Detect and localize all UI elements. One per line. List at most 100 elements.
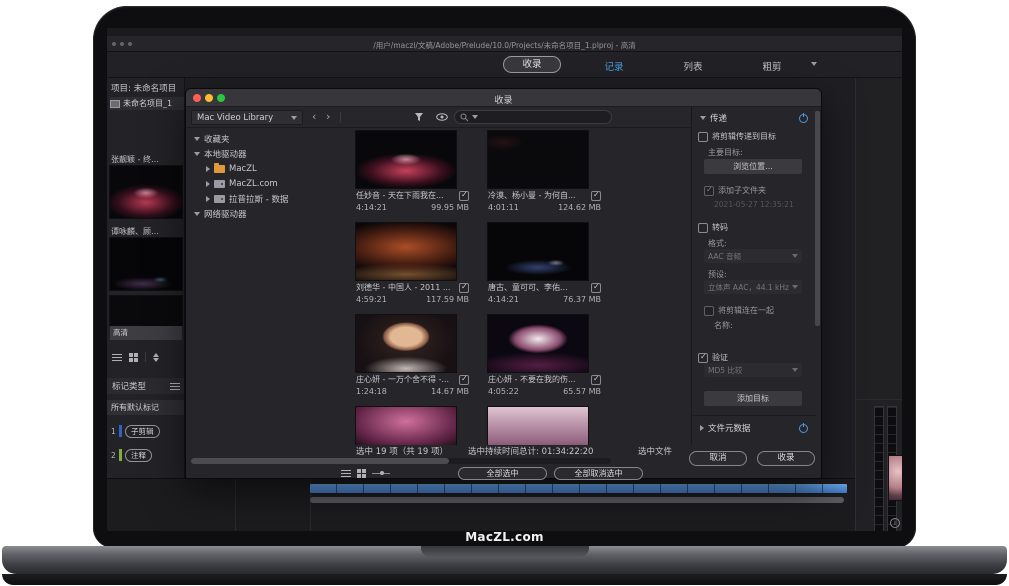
chevron-right-icon[interactable] xyxy=(700,425,704,431)
clip-thumbnail[interactable] xyxy=(110,166,182,218)
video-thumbnail[interactable] xyxy=(488,223,588,280)
video-thumbnail[interactable] xyxy=(356,315,456,372)
search-input[interactable] xyxy=(483,112,603,121)
clip-checkbox[interactable] xyxy=(459,191,469,201)
search-field[interactable] xyxy=(454,110,612,124)
transfer-section-header[interactable]: 传递 xyxy=(700,112,808,124)
monitor-video-thumbnail[interactable] xyxy=(889,456,902,500)
video-thumbnail[interactable] xyxy=(488,131,588,188)
checkbox[interactable] xyxy=(698,353,708,363)
checkbox[interactable] xyxy=(698,223,708,233)
transfer-power-icon[interactable] xyxy=(799,114,808,123)
forward-icon[interactable]: › xyxy=(326,110,330,124)
verify-checkbox-row[interactable]: 验证 xyxy=(698,352,728,363)
video-thumbnail[interactable] xyxy=(356,131,456,188)
deselect-all-button[interactable]: 全部取消选中 xyxy=(554,467,643,480)
media-card[interactable]: 冷漠、杨小曼 - 为何自... 4:01:11124.62 MB xyxy=(488,131,601,212)
horizontal-scrollbar[interactable] xyxy=(191,458,611,464)
timeline-scrollbar[interactable] xyxy=(310,497,844,503)
chevron-down-icon[interactable] xyxy=(194,152,200,156)
tab-logging[interactable]: 记录 xyxy=(594,59,634,73)
clip-thumbnail[interactable] xyxy=(110,296,182,326)
clip-label[interactable]: 张靓颖 - 终… xyxy=(111,154,183,165)
verify-method-dropdown[interactable]: MD5 比较 xyxy=(704,363,802,377)
clip-checkbox[interactable] xyxy=(459,283,469,293)
stitch-clips-checkbox-row[interactable]: 将剪辑连在一起 xyxy=(704,305,774,316)
clip-checkbox[interactable] xyxy=(591,283,601,293)
visibility-icon[interactable] xyxy=(436,113,448,121)
chevron-down-icon[interactable] xyxy=(700,116,706,120)
chevron-right-icon[interactable] xyxy=(206,181,210,187)
chevron-down-icon[interactable] xyxy=(194,137,200,141)
chevron-down-icon[interactable] xyxy=(194,212,200,216)
select-all-button[interactable]: 全部选中 xyxy=(458,467,547,480)
info-icon[interactable] xyxy=(890,518,900,528)
list-view-icon[interactable] xyxy=(341,470,351,477)
grid-view-icon[interactable] xyxy=(129,353,138,362)
chevron-down-icon[interactable] xyxy=(811,62,817,66)
clip-label[interactable]: 谭咏麟、顾… xyxy=(111,226,183,237)
clip-thumbnail[interactable] xyxy=(110,238,182,290)
tab-rough-cut[interactable]: 粗剪 xyxy=(752,59,792,73)
browse-location-button[interactable]: 浏览位置... xyxy=(704,159,802,174)
scrollbar-thumb[interactable] xyxy=(191,458,449,464)
scrollbar-thumb[interactable] xyxy=(815,111,820,326)
marker-row-subclip[interactable]: 1 子剪辑 xyxy=(111,424,160,438)
ingest-button[interactable]: 收录 xyxy=(757,451,815,466)
project-item[interactable]: 未命名项目_1 xyxy=(110,97,184,110)
clip-label-selected[interactable]: 高清 xyxy=(110,326,182,340)
add-subfolder-checkbox-row[interactable]: 添加子文件夹 xyxy=(704,185,766,196)
media-card[interactable]: 庄心妍 - 一万个舍不得 -... 1:24:1814.67 MB xyxy=(356,315,469,396)
video-thumbnail[interactable] xyxy=(356,223,456,280)
separator xyxy=(145,352,146,362)
checkbox[interactable] xyxy=(704,186,714,196)
media-card[interactable]: 庄心妍 - 不要在我的伤... 4:05:2265.57 MB xyxy=(488,315,601,396)
marker-label[interactable]: 注释 xyxy=(125,449,152,462)
format-dropdown[interactable]: AAC 音频 xyxy=(704,249,802,263)
tab-list[interactable]: 列表 xyxy=(673,59,713,73)
sort-icon[interactable] xyxy=(153,353,159,362)
clip-checkbox[interactable] xyxy=(591,375,601,385)
file-metadata-section-header[interactable]: 文件元数据 xyxy=(700,422,808,434)
preset-dropdown[interactable]: 立体声 AAC，44.1 kHz 128 kbps xyxy=(704,280,802,294)
tree-label: 网络驱动器 xyxy=(204,208,247,220)
tree-item-laplace-drive[interactable]: 拉普拉斯 - 数据 xyxy=(186,192,334,206)
menu-icon[interactable] xyxy=(170,383,180,390)
add-target-button[interactable]: 添加目标 xyxy=(704,391,802,406)
chevron-right-icon[interactable] xyxy=(206,196,210,202)
tree-item-maczl-drive[interactable]: MacZL.com xyxy=(186,177,334,191)
source-dropdown[interactable]: Mac Video Library xyxy=(191,110,303,125)
video-thumbnail[interactable] xyxy=(488,315,588,372)
tree-item-local-drives[interactable]: 本地驱动器 xyxy=(186,147,334,161)
metadata-power-icon[interactable] xyxy=(799,424,808,433)
transcode-checkbox-row[interactable]: 转码 xyxy=(698,222,728,233)
clip-checkbox[interactable] xyxy=(459,375,469,385)
chevron-right-icon[interactable] xyxy=(206,166,210,172)
filter-icon[interactable] xyxy=(414,112,424,122)
thumbnail-view-icon[interactable] xyxy=(357,469,366,478)
search-scope-chevron-icon[interactable] xyxy=(472,115,478,119)
video-thumbnail[interactable] xyxy=(488,407,588,445)
tree-item-network-drives[interactable]: 网络驱动器 xyxy=(186,207,334,221)
cancel-button[interactable]: 取消 xyxy=(689,451,747,466)
marker-label[interactable]: 子剪辑 xyxy=(125,425,160,438)
checkbox[interactable] xyxy=(704,306,714,316)
transfer-clips-checkbox-row[interactable]: 将剪辑传递到目标 xyxy=(698,131,776,142)
clip-checkbox[interactable] xyxy=(591,191,601,201)
video-thumbnail[interactable] xyxy=(356,407,456,445)
marker-default-set[interactable]: 所有默认标记 xyxy=(107,400,185,415)
dialog-titlebar[interactable]: 收录 xyxy=(186,89,821,107)
media-card[interactable]: 任妙音 - 天在下雨我在... 4:14:2199.95 MB xyxy=(356,131,469,212)
tree-item-favorites[interactable]: 收藏夹 xyxy=(186,132,334,146)
marker-row-comment[interactable]: 2 注释 xyxy=(111,448,152,462)
tree-item-maczl-folder[interactable]: MacZL xyxy=(186,162,334,176)
checkbox[interactable] xyxy=(698,132,708,142)
media-card[interactable]: 刘德华 - 中国人 - 2011 ... 4:59:21117.59 MB xyxy=(356,223,469,304)
back-icon[interactable]: ‹ xyxy=(312,110,316,124)
vertical-scrollbar[interactable] xyxy=(815,111,820,441)
timeline-clips-bar[interactable] xyxy=(310,484,847,493)
thumbnail-size-slider[interactable] xyxy=(372,473,390,474)
list-view-icon[interactable] xyxy=(112,354,122,361)
tab-ingest[interactable]: 收录 xyxy=(503,56,561,73)
media-card[interactable]: 唐古、童可可、李佑... 4:14:2176.37 MB xyxy=(488,223,601,304)
